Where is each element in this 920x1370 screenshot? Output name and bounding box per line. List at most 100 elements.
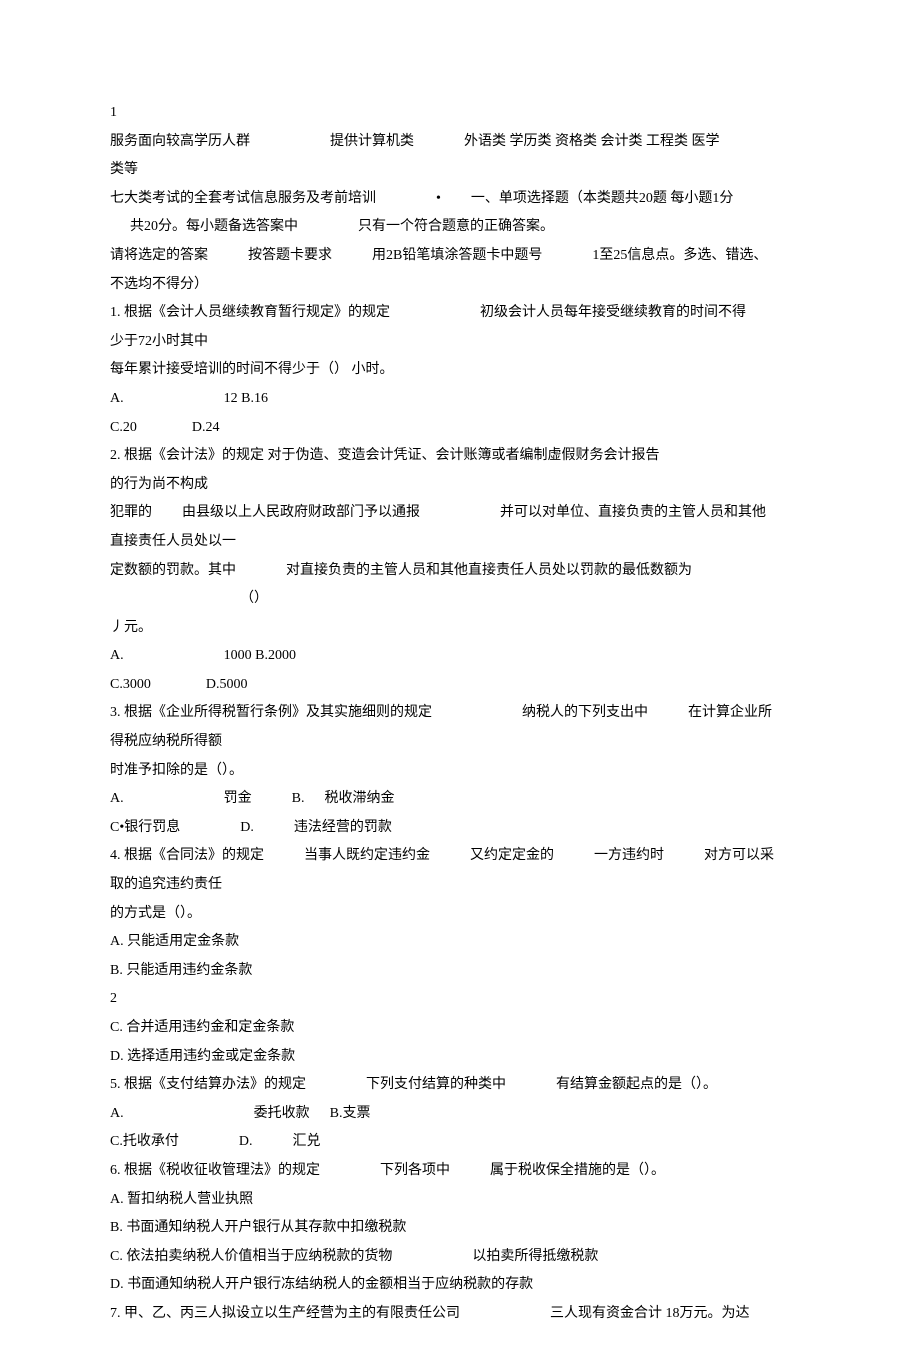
text-segment: 服务面向较高学历人群 — [110, 134, 250, 149]
text-line: 2 — [110, 986, 810, 1013]
text-segment: （） — [240, 591, 268, 606]
text-segment: 七大类考试的全套考试信息服务及考前培训 — [110, 191, 376, 206]
text-line: C•银行罚息 D. 违法经营的罚款 — [110, 815, 810, 842]
text-line: D. 书面通知纳税人开户银行冻结纳税人的金额相当于应纳税款的存款 — [110, 1272, 810, 1299]
text-segment: 犯罪的 — [110, 505, 152, 520]
text-segment: 纳税人的下列支出中 — [522, 705, 648, 720]
text-line: 取的追究违约责任 — [110, 872, 810, 899]
text-line: 类等 — [110, 157, 810, 184]
text-line: 七大类考试的全套考试信息服务及考前培训 • 一、单项选择题（本类题共20题 每小题1… — [110, 186, 810, 213]
text-segment: 得税应纳税所得额 — [110, 734, 222, 749]
text-line: C.3000 D.5000 — [110, 672, 810, 699]
text-segment: 直接责任人员处以一 — [110, 534, 236, 549]
text-segment: D. — [239, 1134, 253, 1149]
text-segment: 4. 根据《合同法》的规定 — [110, 848, 264, 863]
text-segment: 的方式是（）。 — [110, 906, 201, 921]
text-segment: C. 合并适用违约金和定金条款 — [110, 1020, 294, 1035]
text-segment: 下列支付结算的种类中 — [366, 1077, 506, 1092]
text-segment: 由县级以上人民政府财政部门予以通报 — [182, 505, 420, 520]
text-segment: 丿元。 — [110, 620, 152, 635]
text-line: 不选均不得分） — [110, 272, 810, 299]
text-segment: C•银行罚息 — [110, 820, 180, 835]
text-line: 3. 根据《企业所得税暂行条例》及其实施细则的规定 纳税人的下列支出中 在计算企业所 — [110, 700, 810, 727]
text-segment: C.托收承付 — [110, 1134, 179, 1149]
text-segment: 3. 根据《企业所得税暂行条例》及其实施细则的规定 — [110, 705, 432, 720]
text-segment: 1 — [110, 105, 117, 120]
text-segment: 一方违约时 — [594, 848, 664, 863]
text-segment: • — [436, 191, 441, 206]
text-line: A. 暂扣纳税人营业执照 — [110, 1187, 810, 1214]
text-segment: 少于72小时其中 — [110, 334, 208, 349]
text-line: 7. 甲、乙、丙三人拟设立以生产经营为主的有限责任公司 三人现有资金合计 18万元… — [110, 1301, 810, 1328]
text-segment: 只有一个符合题意的正确答案。 — [358, 219, 554, 234]
text-line: 的行为尚不构成 — [110, 472, 810, 499]
text-segment: 1000 B.2000 — [224, 648, 296, 663]
text-line: 2. 根据《会计法》的规定 对于伪造、变造会计凭证、会计账簿或者编制虚假财务会计… — [110, 443, 810, 470]
text-segment: D. 书面通知纳税人开户银行冻结纳税人的金额相当于应纳税款的存款 — [110, 1277, 533, 1292]
text-segment: 初级会计人员每年接受继续教育的时间不得 — [480, 305, 746, 320]
text-segment: B. 只能适用违约金条款 — [110, 963, 252, 978]
text-segment: C.3000 — [110, 677, 151, 692]
text-segment: 罚金 — [224, 791, 252, 806]
text-line: 的方式是（）。 — [110, 901, 810, 928]
text-line: 1. 根据《会计人员继续教育暂行规定》的规定 初级会计人员每年接受继续教育的时间不… — [110, 300, 810, 327]
text-line: 每年累计接受培训的时间不得少于（） 小时。 — [110, 357, 810, 384]
text-segment: C. 依法拍卖纳税人价值相当于应纳税款的货物 — [110, 1249, 392, 1264]
text-line: C.托收承付 D. 汇兑 — [110, 1129, 810, 1156]
text-segment: 有结算金额起点的是（）。 — [556, 1077, 717, 1092]
text-segment: D. — [240, 820, 254, 835]
text-segment: A. 只能适用定金条款 — [110, 934, 239, 949]
text-segment: 5. 根据《支付结算办法》的规定 — [110, 1077, 306, 1092]
text-segment: 委托收款 — [254, 1106, 310, 1121]
text-line: 4. 根据《合同法》的规定当事人既约定违约金又约定定金的一方违约时对方可以采 — [110, 843, 810, 870]
text-line: B. 书面通知纳税人开户银行从其存款中扣缴税款 — [110, 1215, 810, 1242]
text-line: B. 只能适用违约金条款 — [110, 958, 810, 985]
text-line: A.12 B.16 — [110, 386, 810, 413]
document-body: 1 服务面向较高学历人群 提供计算机类 外语类 学历类 资格类 会计类 工程类 医学类… — [110, 100, 810, 1328]
text-segment: 一、单项选择题（本类题共20题 每小题1分 — [471, 191, 734, 206]
text-segment: 对方可以采 — [704, 848, 774, 863]
text-segment: 汇兑 — [292, 1134, 320, 1149]
text-line: A. 只能适用定金条款 — [110, 929, 810, 956]
text-segment: 又约定定金的 — [470, 848, 554, 863]
text-segment: 用2B铅笔填涂答题卡中题号 — [372, 248, 542, 263]
text-segment: B. — [292, 791, 305, 806]
text-segment: C.20 — [110, 420, 137, 435]
text-segment: 请将选定的答案 — [110, 248, 208, 263]
text-line: 服务面向较高学历人群 提供计算机类 外语类 学历类 资格类 会计类 工程类 医学 — [110, 129, 810, 156]
text-line: 少于72小时其中 — [110, 329, 810, 356]
text-segment: 取的追究违约责任 — [110, 877, 222, 892]
text-segment: 三人现有资金合计 18万元。为达 — [550, 1306, 750, 1321]
text-line: A.委托收款B.支票 — [110, 1101, 810, 1128]
text-segment: 1至25信息点。多选、错选、 — [592, 248, 767, 263]
text-segment: D. 选择适用违约金或定金条款 — [110, 1049, 295, 1064]
text-segment: 并可以对单位、直接负责的主管人员和其他 — [500, 505, 766, 520]
text-line: C.20D.24 — [110, 415, 810, 442]
text-line: C. 依法拍卖纳税人价值相当于应纳税款的货物以拍卖所得抵缴税款 — [110, 1244, 810, 1271]
text-segment: 时准予扣除的是（）。 — [110, 763, 243, 778]
text-segment: 提供计算机类 — [330, 134, 414, 149]
text-line: 请将选定的答案按答题卡要求用2B铅笔填涂答题卡中题号1至25信息点。多选、错选、 — [110, 243, 810, 270]
text-segment: D.5000 — [206, 677, 248, 692]
text-segment: 类等 — [110, 162, 138, 177]
text-segment: A. 暂扣纳税人营业执照 — [110, 1192, 253, 1207]
text-line: C. 合并适用违约金和定金条款 — [110, 1015, 810, 1042]
text-line: 6. 根据《税收征收管理法》的规定下列各项中属于税收保全措施的是（）。 — [110, 1158, 810, 1185]
text-segment: 违法经营的罚款 — [294, 820, 392, 835]
text-segment: 在计算企业所 — [688, 705, 772, 720]
text-segment: 6. 根据《税收征收管理法》的规定 — [110, 1163, 320, 1178]
text-line: A. 1000 B.2000 — [110, 643, 810, 670]
text-segment: B. 书面通知纳税人开户银行从其存款中扣缴税款 — [110, 1220, 406, 1235]
text-segment: 2. 根据《会计法》的规定 对于伪造、变造会计凭证、会计账簿或者编制虚假财务会计… — [110, 448, 660, 463]
text-line: 犯罪的 由县级以上人民政府财政部门予以通报 并可以对单位、直接负责的主管人员和其他 — [110, 500, 810, 527]
text-segment: 1. 根据《会计人员继续教育暂行规定》的规定 — [110, 305, 390, 320]
text-segment: B.支票 — [330, 1106, 371, 1121]
text-segment: 税收滞纳金 — [324, 791, 394, 806]
text-segment: 7. 甲、乙、丙三人拟设立以生产经营为主的有限责任公司 — [110, 1306, 460, 1321]
text-segment: 外语类 学历类 资格类 会计类 工程类 医学 — [464, 134, 720, 149]
text-line: （） — [110, 586, 810, 613]
text-line: 5. 根据《支付结算办法》的规定 下列支付结算的种类中 有结算金额起点的是（）。 — [110, 1072, 810, 1099]
text-line: 时准予扣除的是（）。 — [110, 758, 810, 785]
text-line: 直接责任人员处以一 — [110, 529, 810, 556]
text-segment: A. — [110, 648, 124, 663]
